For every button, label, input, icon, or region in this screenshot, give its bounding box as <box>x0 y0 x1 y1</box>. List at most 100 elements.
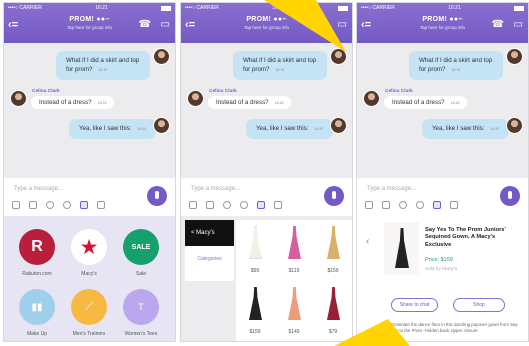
more-icon[interactable] <box>450 201 458 209</box>
dress-image <box>288 287 301 320</box>
chat-screen-product-detail: ••••○ CARRIER 16:21 ‹= PROM! ●●– Tap here… <box>356 2 529 342</box>
product-price: $119 <box>288 268 300 274</box>
composer-toolbar <box>12 201 105 209</box>
message-text: Yea, like I saw this: <box>432 125 485 132</box>
avatar[interactable] <box>10 90 27 107</box>
dress-image <box>327 287 340 320</box>
sticker-icon[interactable] <box>29 201 37 209</box>
macys-back-button[interactable]: < Macy's <box>185 220 234 246</box>
clock: 16:21 <box>95 5 108 11</box>
app-rakuten[interactable]: R Rakuten.com <box>11 229 63 277</box>
camera-icon[interactable] <box>46 201 54 209</box>
gif-icon[interactable] <box>416 201 424 209</box>
sale-icon: SALE <box>123 229 159 265</box>
phone-icon[interactable]: ☎ <box>492 19 504 30</box>
emoji-icon[interactable] <box>189 201 197 209</box>
more-icon[interactable] <box>274 201 282 209</box>
message-text: Instead of a dress? <box>216 99 269 106</box>
emoji-icon[interactable] <box>365 201 373 209</box>
timestamp: 16:15 <box>275 68 285 72</box>
battery-icon <box>161 6 171 11</box>
message-input[interactable]: Type a message... <box>14 186 63 192</box>
app-label: Rakuten.com <box>22 271 52 277</box>
product-price: Price: $159 <box>425 257 453 263</box>
chat-screen-macys: ••••○ CARRIER 16:21 ‹= PROM! ●●– Tap here… <box>180 2 353 342</box>
battery-icon <box>338 6 348 11</box>
emoji-icon[interactable] <box>12 201 20 209</box>
gif-icon[interactable] <box>240 201 248 209</box>
chat-screen-apps: ••••○ CARRIER 16:21 ‹= PROM! ●●– Tap here… <box>3 2 176 342</box>
product-card[interactable]: $159 <box>314 220 352 279</box>
product-price: $99 <box>250 268 260 274</box>
sticker-icon[interactable] <box>206 201 214 209</box>
app-make-up[interactable]: ▮▮ Make Up <box>11 289 63 337</box>
camera-icon[interactable] <box>223 201 231 209</box>
app-label: Sale <box>135 271 146 277</box>
camera-icon[interactable] <box>399 201 407 209</box>
share-to-chat-button[interactable]: Share to chat <box>391 298 438 312</box>
phone-icon[interactable]: ☎ <box>139 19 151 30</box>
app-label: Women's Tees <box>124 331 158 337</box>
carrier-label: ••••○ CARRIER <box>185 5 219 11</box>
message-input[interactable]: Type a message... <box>367 186 416 192</box>
microphone-button[interactable] <box>500 186 520 206</box>
avatar[interactable] <box>330 117 347 134</box>
product-image[interactable] <box>384 222 419 275</box>
timestamp: 16:18 <box>274 101 284 105</box>
product-card[interactable]: $99 <box>236 220 274 279</box>
product-card[interactable]: $159 <box>236 281 274 340</box>
message-text: Yea, like I saw this: <box>256 125 309 132</box>
status-bar: ••••○ CARRIER 16:21 <box>185 5 348 13</box>
avatar[interactable] <box>330 48 347 65</box>
product-detail: ‹ Say Yes To The Prom Juniors' Sequined … <box>357 216 528 341</box>
app-mens-trainers[interactable]: ⟋ Men's Trainers <box>63 289 115 337</box>
composer: Type a message... <box>357 178 528 216</box>
avatar[interactable] <box>153 117 170 134</box>
gif-icon[interactable] <box>63 201 71 209</box>
shopping-icon[interactable] <box>80 201 88 209</box>
sender-name: Celina Clark <box>209 89 237 94</box>
incoming-message: Instead of a dress? 16:18 <box>208 96 292 109</box>
chevron-left-icon[interactable]: ‹ <box>366 236 369 247</box>
message-text: Instead of a dress? <box>39 99 92 106</box>
app-macys[interactable]: ★ Macy's <box>63 229 115 277</box>
avatar[interactable] <box>506 117 523 134</box>
categories-link[interactable]: Categories <box>185 256 234 262</box>
video-icon[interactable]: ▭ <box>161 19 170 30</box>
composer-toolbar <box>189 201 282 209</box>
avatar[interactable] <box>153 48 170 65</box>
product-price: $159 <box>327 268 339 274</box>
product-card[interactable]: $149 <box>275 281 313 340</box>
carrier-label: ••••○ CARRIER <box>361 5 395 11</box>
microphone-button[interactable] <box>324 186 344 206</box>
product-card[interactable]: $119 <box>275 220 313 279</box>
price-label: Price: <box>425 257 440 263</box>
video-icon[interactable]: ▭ <box>514 19 523 30</box>
timestamp: 16:20 <box>490 127 500 131</box>
app-sale[interactable]: SALE Sale <box>115 229 167 277</box>
avatar[interactable] <box>506 48 523 65</box>
phone-icon[interactable]: ☎ <box>316 19 328 30</box>
shopping-icon[interactable] <box>433 201 441 209</box>
makeup-icon: ▮▮ <box>19 289 55 325</box>
product-grid: $99 $119 $159 $159 $149 $79 <box>236 220 352 341</box>
sticker-icon[interactable] <box>382 201 390 209</box>
dress-image <box>327 226 340 259</box>
app-womens-tees[interactable]: T Women's Tees <box>115 289 167 337</box>
outgoing-message: What if I did a skirt and top for prom? 1… <box>56 51 150 80</box>
video-icon[interactable]: ▭ <box>338 19 347 30</box>
more-icon[interactable] <box>97 201 105 209</box>
composer-toolbar <box>365 201 458 209</box>
message-input[interactable]: Type a message... <box>191 186 240 192</box>
incoming-message: Instead of a dress? 16:18 <box>384 96 468 109</box>
shopping-icon[interactable] <box>257 201 265 209</box>
sender-name: Celina Clark <box>32 89 60 94</box>
app-label: Make Up <box>26 331 47 337</box>
avatar[interactable] <box>187 90 204 107</box>
timestamp: 16:18 <box>450 101 460 105</box>
avatar[interactable] <box>363 90 380 107</box>
shop-button[interactable]: Shop <box>453 298 505 312</box>
product-card[interactable]: $79 <box>314 281 352 340</box>
dress-image <box>249 226 262 259</box>
microphone-button[interactable] <box>147 186 167 206</box>
